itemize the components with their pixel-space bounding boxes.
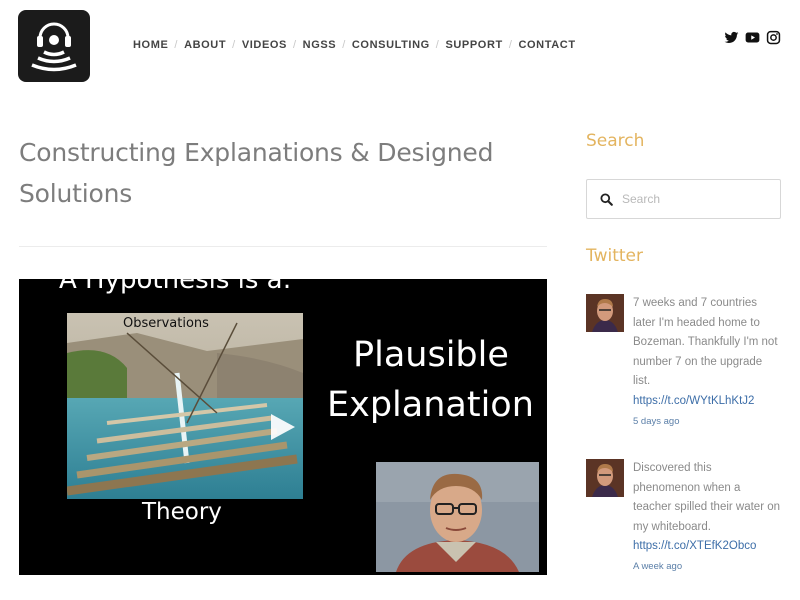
tweet-body: 7 weeks and 7 countries later I'm headed…	[633, 294, 781, 432]
youtube-icon[interactable]	[745, 30, 760, 45]
nav-support[interactable]: SUPPORT	[445, 39, 502, 51]
tweet-time[interactable]: A week ago	[633, 557, 781, 577]
twitter-icon[interactable]	[724, 30, 739, 45]
presenter-video	[376, 462, 539, 572]
slide-big-text-2: Explanation	[327, 385, 534, 425]
search-input[interactable]	[622, 192, 772, 206]
tweet-text: Discovered this phenomenon when a teache…	[633, 462, 781, 533]
avatar[interactable]	[586, 294, 624, 332]
video-player[interactable]: A Hypothesis is a: Observations Theory P…	[19, 279, 547, 575]
search-icon	[600, 192, 613, 206]
nav-ngss[interactable]: NGSS	[303, 39, 337, 51]
nav-separator: /	[232, 39, 236, 51]
bridge-photo	[67, 313, 303, 499]
observations-label: Observations	[123, 316, 209, 331]
social-links	[724, 30, 781, 45]
slide-heading: A Hypothesis is a:	[59, 279, 292, 295]
page: HOME / ABOUT / VIDEOS / NGSS / CONSULTIN…	[0, 0, 800, 600]
headphones-signal-logo-icon	[31, 22, 77, 72]
nav-contact[interactable]: CONTACT	[518, 39, 575, 51]
tweet-time[interactable]: 5 days ago	[633, 412, 781, 432]
tweet-link[interactable]: https://t.co/WYtKLhKtJ2	[633, 392, 781, 412]
nav-consulting[interactable]: CONSULTING	[352, 39, 430, 51]
play-icon[interactable]	[267, 412, 297, 442]
site-logo[interactable]	[18, 10, 90, 82]
twitter-widget-title: Twitter	[586, 246, 643, 266]
tweet-body: Discovered this phenomenon when a teache…	[633, 459, 781, 577]
search-box[interactable]	[586, 179, 781, 219]
main-nav: HOME / ABOUT / VIDEOS / NGSS / CONSULTIN…	[133, 39, 576, 51]
nav-home[interactable]: HOME	[133, 39, 168, 51]
tweet-link[interactable]: https://t.co/XTEfK2Obco	[633, 537, 781, 557]
slide-big-text-1: Plausible	[353, 335, 509, 375]
instagram-icon[interactable]	[766, 30, 781, 45]
nav-about[interactable]: ABOUT	[184, 39, 226, 51]
tweet-text: 7 weeks and 7 countries later I'm headed…	[633, 297, 778, 388]
avatar[interactable]	[586, 459, 624, 497]
title-divider	[19, 246, 547, 247]
nav-separator: /	[508, 39, 513, 51]
post-title: Constructing Explanations & Designed Sol…	[19, 138, 494, 208]
nav-separator: /	[293, 39, 297, 51]
nav-separator: /	[174, 39, 179, 51]
nav-separator: /	[342, 39, 346, 51]
search-widget-title: Search	[586, 131, 645, 151]
nav-videos[interactable]: VIDEOS	[242, 39, 287, 51]
nav-separator: /	[435, 39, 440, 51]
theory-label: Theory	[142, 499, 222, 525]
